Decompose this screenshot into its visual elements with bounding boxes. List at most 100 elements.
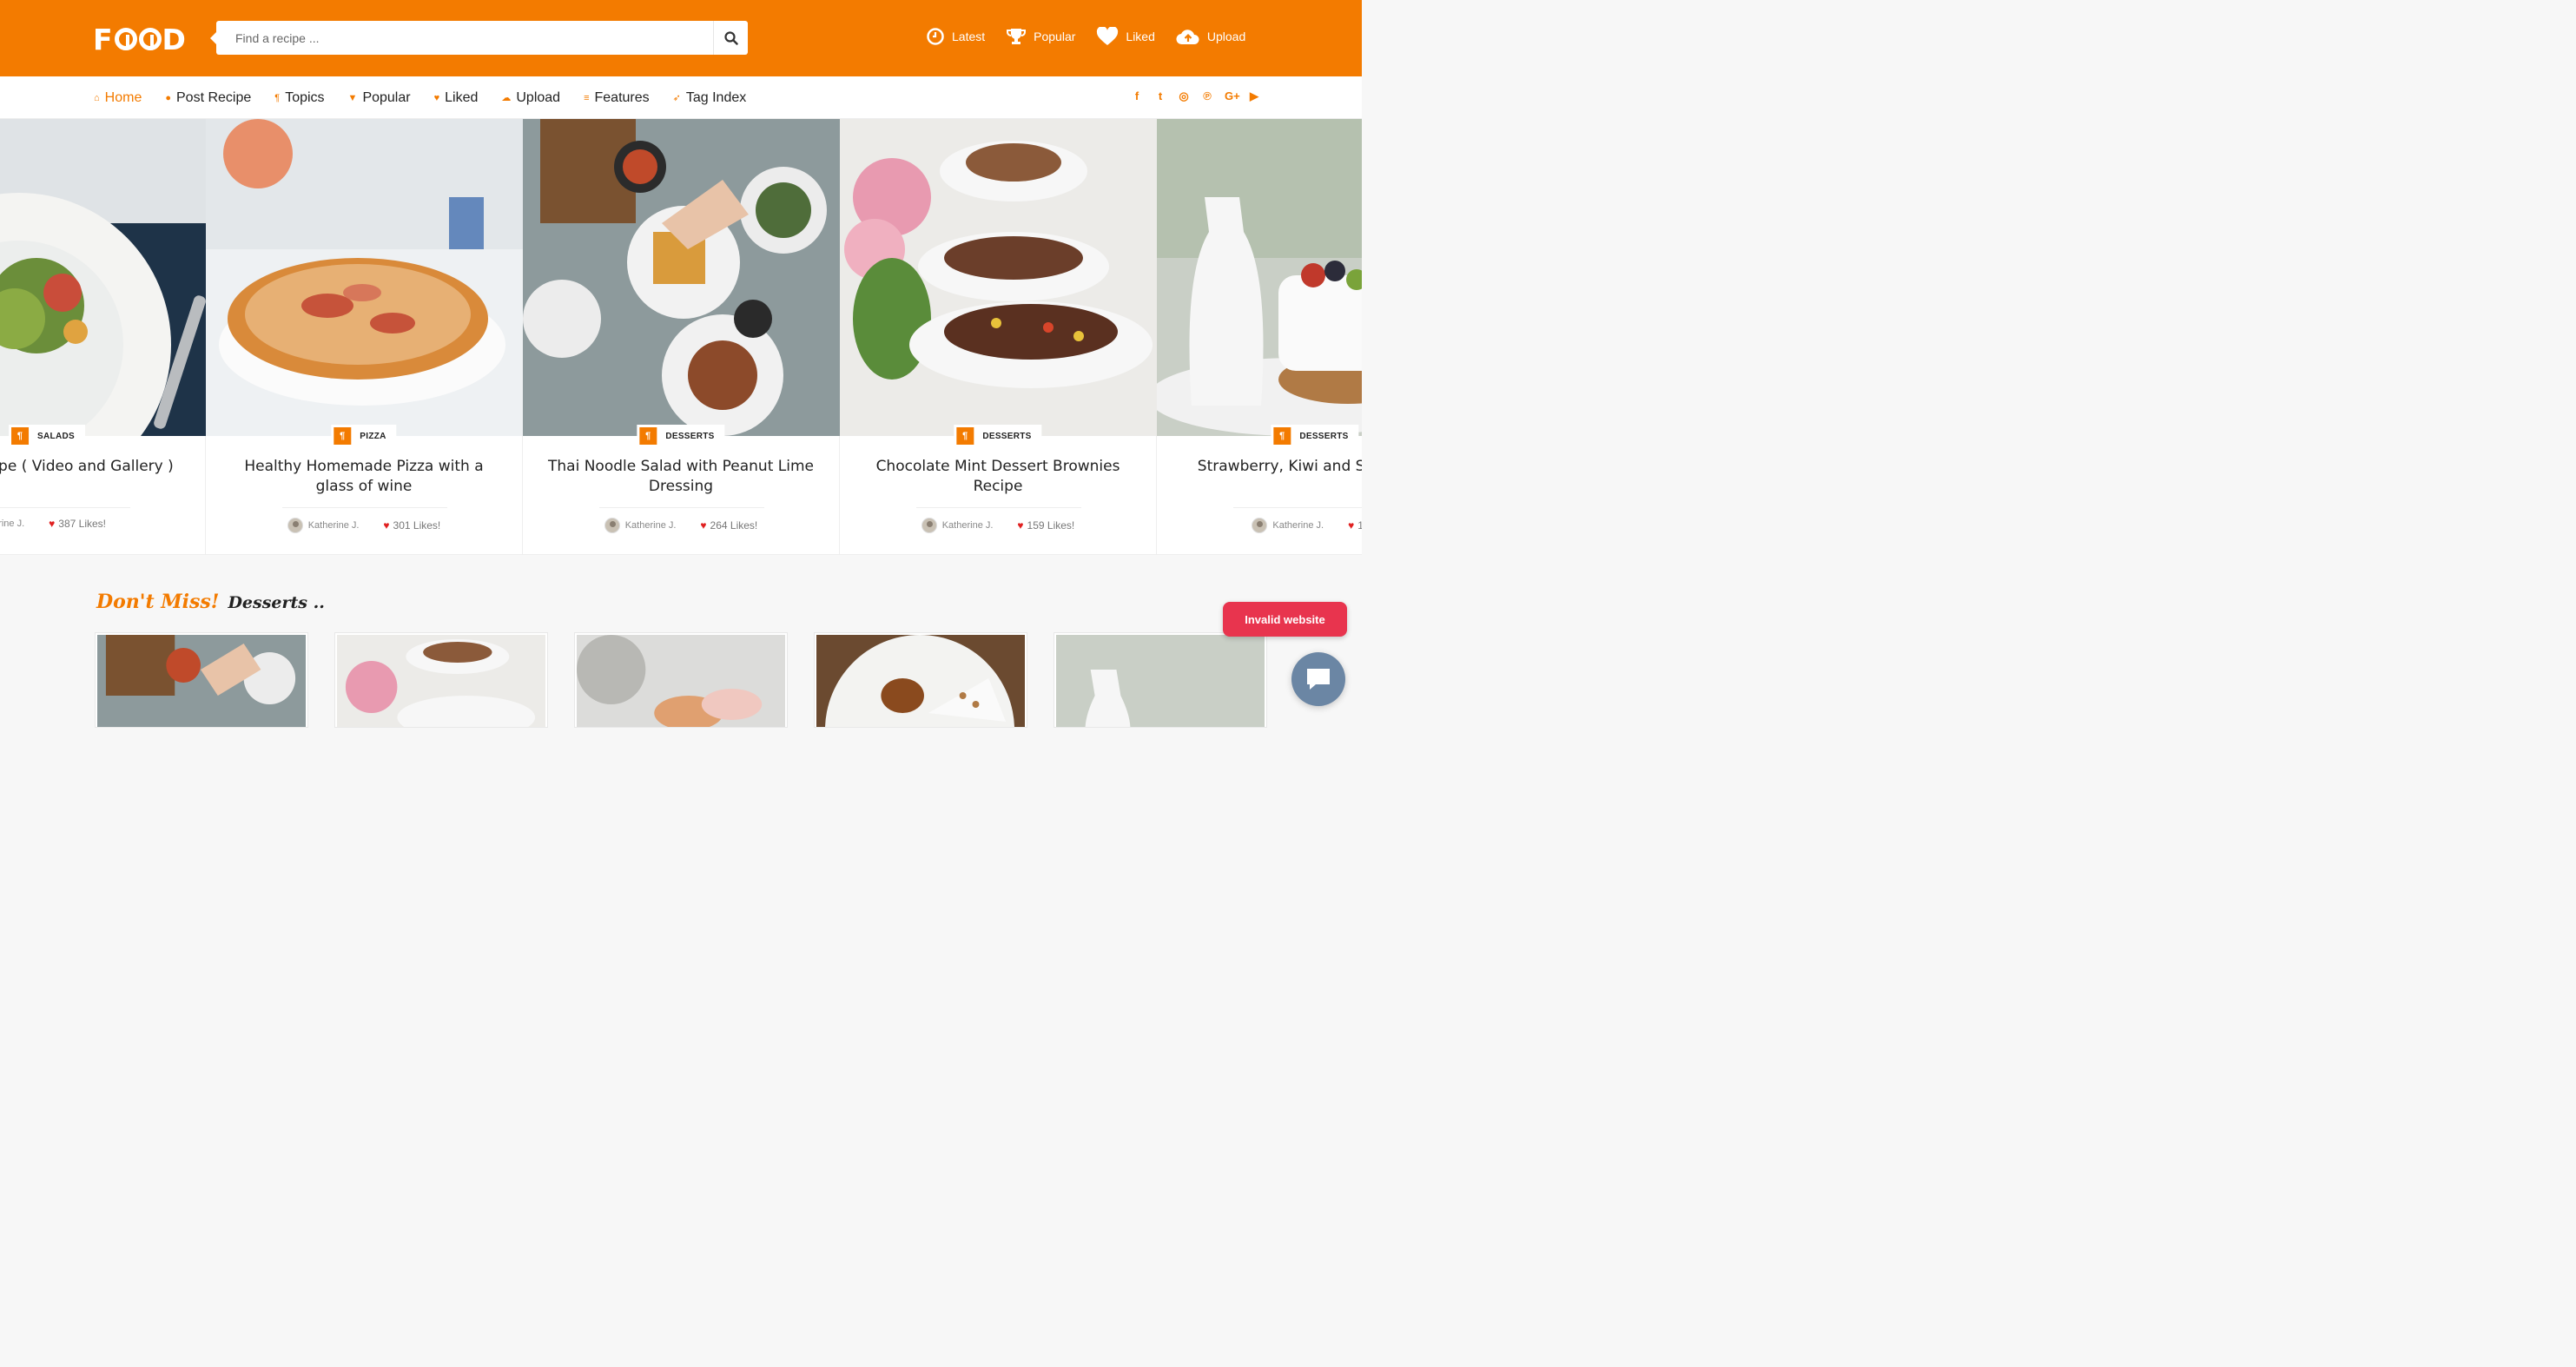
author-name[interactable]: Katherine J.	[1272, 520, 1324, 531]
recipe-image[interactable]	[0, 119, 206, 436]
dessert-thumbnail[interactable]	[95, 632, 308, 728]
search-button[interactable]	[713, 21, 748, 55]
search-icon	[723, 30, 738, 45]
avatar[interactable]	[287, 518, 303, 533]
facebook-icon[interactable]: f	[1131, 89, 1143, 103]
section-title: Desserts ..	[228, 593, 325, 612]
section-heading: Don't Miss! Desserts ..	[96, 591, 325, 613]
category-label: DESSERTS	[1299, 431, 1349, 441]
divider	[1233, 507, 1362, 508]
google-plus-icon[interactable]: G+	[1225, 89, 1240, 103]
dessert-thumbnail[interactable]	[1054, 632, 1267, 728]
recipe-meta: Katherine J. ♥ 264 Likes!	[523, 518, 839, 533]
heart-icon	[1097, 27, 1119, 45]
likes-label: Likes!	[1047, 519, 1075, 532]
nav-item-label: Liked	[445, 89, 479, 105]
search-box	[210, 21, 748, 55]
recipe-title[interactable]: Thai Noodle Salad with Peanut Lime Dress…	[540, 457, 822, 497]
recipe-card[interactable]: ¶ DESSERTS Strawberry, Kiwi and Spi Recip…	[1157, 119, 1362, 554]
likes-count[interactable]: ♥154	[1348, 519, 1362, 532]
author-name[interactable]: Katherine J.	[942, 520, 994, 531]
recipe-meta: herine J. ♥387 Likes!	[0, 518, 205, 530]
recipe-image[interactable]	[1157, 119, 1362, 436]
top-link-popular[interactable]: Popular	[1006, 27, 1075, 46]
recipe-image[interactable]	[840, 119, 1157, 436]
category-badge[interactable]: ¶ SALADS	[9, 425, 85, 447]
top-link-label: Latest	[952, 30, 986, 43]
dessert-thumbnail[interactable]	[334, 632, 548, 728]
recipe-image[interactable]	[523, 119, 840, 436]
fork-icon	[114, 28, 137, 50]
category-badge[interactable]: ¶ PIZZA	[331, 425, 397, 447]
section-highlight: Don't Miss!	[96, 591, 220, 613]
author-name[interactable]: herine J.	[0, 518, 24, 529]
recipe-title[interactable]: Chocolate Mint Dessert Brownies Recipe	[857, 457, 1139, 497]
desserts-list	[95, 632, 1293, 728]
instagram-icon[interactable]: ◎	[1178, 89, 1190, 103]
category-badge[interactable]: ¶ DESSERTS	[1271, 425, 1359, 447]
trophy-icon: ▼	[347, 92, 358, 103]
recipe-image[interactable]	[206, 119, 523, 436]
likes-value: 154	[1357, 519, 1362, 532]
heart-icon: ♥	[1348, 519, 1355, 532]
error-toast[interactable]: Invalid website	[1223, 602, 1347, 637]
heart-icon: ♥	[700, 519, 707, 532]
utensils-icon: ¶	[639, 427, 657, 445]
category-badge[interactable]: ¶ DESSERTS	[637, 425, 725, 447]
sliders-icon: ≡	[584, 92, 590, 103]
likes-value: 159	[1027, 519, 1045, 532]
dessert-thumbnail[interactable]	[814, 632, 1027, 728]
nav-item-topics[interactable]: ¶ Topics	[274, 90, 324, 106]
likes-value: 264	[710, 519, 728, 532]
nav-item-upload[interactable]: ☁ Upload	[501, 90, 560, 106]
nav-item-features[interactable]: ≡ Features	[584, 90, 650, 106]
divider	[282, 507, 447, 508]
trophy-icon	[1007, 29, 1027, 44]
category-label: DESSERTS	[982, 431, 1032, 441]
author-name[interactable]: Katherine J.	[625, 520, 677, 531]
avatar[interactable]	[921, 518, 937, 533]
category-badge[interactable]: ¶ DESSERTS	[954, 425, 1042, 447]
twitter-icon[interactable]: t	[1154, 89, 1166, 103]
recipe-meta: Katherine J. ♥154	[1157, 518, 1362, 533]
likes-count[interactable]: ♥ 159 Likes!	[1017, 519, 1074, 532]
recipe-title[interactable]: Healthy Homemade Pizza with a glass of w…	[223, 457, 505, 497]
divider	[916, 507, 1081, 508]
avatar[interactable]	[604, 518, 620, 533]
top-link-label: Popular	[1034, 30, 1076, 43]
likes-count[interactable]: ♥ 264 Likes!	[700, 519, 757, 532]
top-link-latest[interactable]: Latest	[926, 27, 985, 46]
author-name[interactable]: Katherine J.	[308, 520, 360, 531]
recipe-card[interactable]: ¶ PIZZA Healthy Homemade Pizza with a gla…	[206, 119, 523, 554]
top-link-liked[interactable]: Liked	[1096, 27, 1155, 46]
dessert-thumbnail[interactable]	[574, 632, 788, 728]
search-input[interactable]	[216, 21, 713, 55]
likes-label: Likes!	[78, 518, 107, 530]
avatar[interactable]	[1252, 518, 1268, 533]
nav-item-label: Upload	[516, 89, 561, 105]
nav-item-label: Post Recipe	[176, 89, 252, 105]
top-link-upload[interactable]: Upload	[1176, 27, 1245, 46]
nav-item-post-recipe[interactable]: ● Post Recipe	[165, 90, 251, 106]
youtube-icon[interactable]: ▶	[1248, 89, 1260, 103]
utensils-icon: ¶	[1273, 427, 1291, 445]
nav-item-liked[interactable]: ♥ Liked	[434, 90, 479, 106]
top-link-label: Liked	[1126, 30, 1155, 43]
nav-item-home[interactable]: ⌂ Home	[94, 90, 142, 106]
pinterest-icon[interactable]: ℗	[1201, 89, 1213, 103]
likes-count[interactable]: ♥ 387 Likes!	[49, 518, 106, 530]
nav-item-tag-index[interactable]: ➶ Tag Index	[673, 90, 747, 106]
recipe-title[interactable]: Strawberry, Kiwi and Spi Recipe	[1174, 457, 1362, 477]
chat-button[interactable]	[1291, 652, 1345, 706]
site-logo[interactable]: FD	[93, 23, 187, 56]
recipe-card[interactable]: ¶ DESSERTS Thai Noodle Salad with Peanut …	[523, 119, 840, 554]
chat-icon	[1307, 669, 1330, 690]
recipe-card[interactable]: ¶ SALADS -Style Recipe ( Video and Galler…	[0, 119, 206, 554]
likes-count[interactable]: ♥ 301 Likes!	[383, 519, 440, 532]
recipe-title[interactable]: -Style Recipe ( Video and Gallery )	[0, 457, 188, 477]
divider	[0, 507, 130, 508]
likes-value: 301	[393, 519, 411, 532]
likes-label: Likes!	[413, 519, 441, 532]
nav-item-popular[interactable]: ▼ Popular	[348, 90, 411, 106]
recipe-card[interactable]: ¶ DESSERTS Chocolate Mint Dessert Brownie…	[840, 119, 1157, 554]
